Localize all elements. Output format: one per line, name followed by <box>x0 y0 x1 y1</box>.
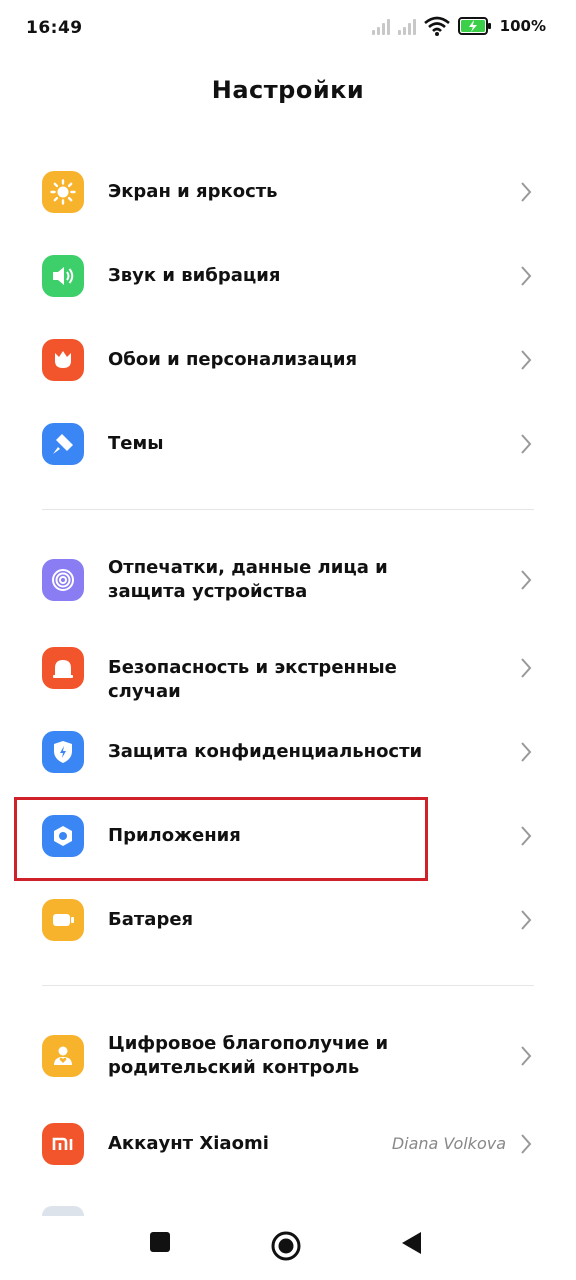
settings-item-label: Отпечатки, данные лица и защита устройст… <box>108 557 388 602</box>
settings-item-label: Звук и вибрация <box>108 265 281 286</box>
navigation-bar <box>0 1212 576 1280</box>
settings-item-sound[interactable]: Звук и вибрация <box>0 234 576 318</box>
settings-item-wallpaper[interactable]: Обои и персонализация <box>0 318 576 402</box>
chevron-right-icon <box>521 742 532 762</box>
settings-item-label: Безопасность и экстренные случаи <box>108 657 397 702</box>
wifi-icon <box>423 16 450 36</box>
chevron-right-icon <box>521 182 532 202</box>
highlight-box <box>14 797 428 881</box>
account-name: Diana Volkova <box>391 1134 506 1153</box>
fingerprint-icon <box>42 559 84 601</box>
chevron-right-icon <box>521 826 532 846</box>
settings-item-fingerprint[interactable]: Отпечатки, данные лица и защита устройст… <box>0 536 576 624</box>
tulip-icon <box>42 339 84 381</box>
chevron-right-icon <box>521 350 532 370</box>
brush-icon <box>42 423 84 465</box>
settings-item-label: Темы <box>108 433 164 454</box>
settings-item-themes[interactable]: Темы <box>0 402 576 486</box>
chevron-right-icon <box>521 910 532 930</box>
person-heart-icon <box>42 1035 84 1077</box>
back-button[interactable] <box>400 1230 424 1256</box>
settings-item-privacy[interactable]: Защита конфиденциальности <box>0 710 576 794</box>
speaker-icon <box>42 255 84 297</box>
alarm-icon <box>42 647 84 689</box>
sun-icon <box>42 171 84 213</box>
settings-item-safety[interactable]: Безопасность и экстренные случаи <box>0 626 576 710</box>
battery-charging-icon <box>457 17 491 35</box>
settings-item-battery[interactable]: Батарея <box>0 878 576 962</box>
chevron-right-icon <box>521 570 532 590</box>
chevron-right-icon <box>521 1046 532 1066</box>
battery-icon <box>42 899 84 941</box>
settings-item-wellbeing[interactable]: Цифровое благополучие и родительский кон… <box>0 1012 576 1100</box>
settings-item-label: Цифровое благополучие и родительский кон… <box>108 1033 389 1078</box>
battery-percent: 100% <box>499 17 546 35</box>
chevron-right-icon <box>521 1134 532 1154</box>
settings-item-label: Обои и персонализация <box>108 349 358 370</box>
status-time: 16:49 <box>26 18 83 38</box>
status-icons: 100% <box>371 16 546 36</box>
chevron-right-icon <box>521 434 532 454</box>
section-divider <box>42 985 534 986</box>
chevron-right-icon <box>521 266 532 286</box>
signal-icon <box>371 17 390 35</box>
mi-logo-icon <box>42 1123 84 1165</box>
signal-icon-2 <box>397 17 416 35</box>
status-bar: 16:49 100% <box>0 0 576 58</box>
settings-item-label: Защита конфиденциальности <box>108 741 423 762</box>
shield-icon <box>42 731 84 773</box>
page-title: Настройки <box>211 76 365 104</box>
chevron-right-icon <box>521 658 532 678</box>
settings-item-display[interactable]: Экран и яркость <box>0 150 576 234</box>
settings-item-label: Экран и яркость <box>108 181 278 202</box>
home-button[interactable] <box>270 1230 302 1262</box>
settings-item-label: Батарея <box>108 909 194 930</box>
recents-button[interactable] <box>148 1230 172 1254</box>
section-divider <box>42 509 534 510</box>
settings-item-xiaomi-account[interactable]: Аккаунт Xiaomi Diana Volkova <box>0 1102 576 1186</box>
